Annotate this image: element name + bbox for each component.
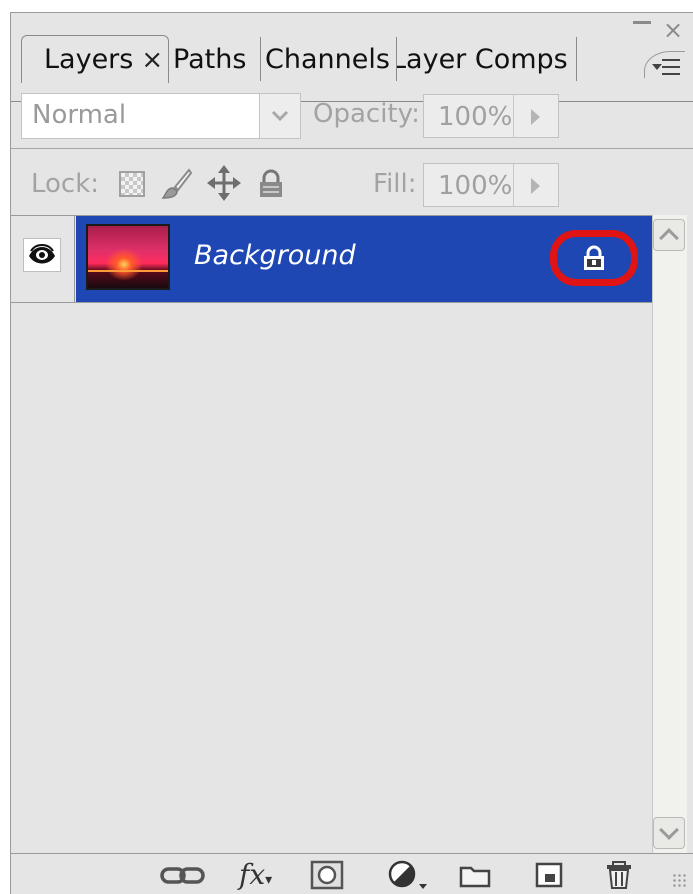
scrollbar[interactable] [652, 215, 687, 853]
tab-paths[interactable]: Paths [169, 37, 261, 81]
lock-all-icon[interactable] [257, 169, 285, 199]
opacity-slider-arrow-icon[interactable] [531, 109, 540, 125]
fill-label: Fill: [373, 169, 417, 199]
tab-channels[interactable]: Channels [261, 37, 397, 81]
opacity-field[interactable]: 100% [423, 94, 559, 138]
fill-slider-arrow-icon[interactable] [531, 178, 540, 194]
link-layers-icon[interactable] [159, 860, 207, 890]
visibility-toggle[interactable] [23, 238, 61, 272]
lock-position-icon[interactable] [207, 165, 241, 201]
tab-close-icon[interactable]: × [141, 45, 163, 75]
minimize-icon[interactable] [633, 21, 651, 24]
scroll-down-button[interactable] [653, 817, 685, 849]
layer-mask-icon[interactable] [309, 860, 345, 890]
tab-layers[interactable]: Layers × [21, 35, 169, 83]
divider [11, 148, 693, 149]
tab-label: Channels [265, 43, 390, 75]
layer-thumbnail [86, 224, 170, 290]
visibility-cell[interactable] [11, 216, 75, 302]
layers-panel: × Layers × Paths Channels Layer Comps No… [10, 12, 693, 894]
fill-field[interactable]: 100% [423, 163, 559, 207]
blend-mode-value: Normal [32, 100, 127, 130]
opacity-value: 100% [438, 102, 513, 132]
tab-label: Layer Comps [397, 43, 568, 75]
chevron-down-icon[interactable] [259, 94, 300, 138]
tab-layer-comps[interactable]: Layer Comps [397, 37, 577, 81]
tab-label: Layers [44, 44, 134, 75]
lock-icon [584, 245, 604, 270]
fx-label: fx [239, 858, 266, 891]
lock-image-icon[interactable] [161, 167, 193, 201]
fill-value: 100% [438, 171, 513, 201]
lock-label: Lock: [31, 169, 100, 199]
new-layer-icon[interactable] [533, 860, 565, 890]
layer-name: Background [194, 240, 356, 271]
layer-row[interactable]: Background [11, 216, 652, 303]
resize-grip-icon[interactable] [672, 873, 688, 889]
layer-lock-highlight[interactable] [550, 230, 638, 286]
eye-icon [29, 244, 55, 264]
new-group-icon[interactable] [457, 860, 493, 890]
scroll-up-button[interactable] [653, 219, 685, 251]
layers-list: Background [11, 215, 652, 854]
adjustment-layer-icon[interactable] [387, 860, 431, 890]
tab-label: Paths [173, 43, 247, 75]
fx-icon[interactable]: fx▾ [239, 860, 287, 890]
lock-transparent-icon[interactable] [119, 171, 145, 197]
opacity-label: Opacity: [313, 99, 420, 129]
layers-toolbar: fx▾ [11, 853, 693, 894]
blend-mode-select[interactable]: Normal [21, 93, 301, 139]
trash-icon[interactable] [603, 860, 635, 890]
chevron-up-icon [659, 228, 679, 248]
layer-background[interactable]: Background [76, 216, 652, 302]
tab-bar: Layers × Paths Channels Layer Comps [11, 33, 693, 102]
chevron-down-icon [659, 820, 679, 840]
